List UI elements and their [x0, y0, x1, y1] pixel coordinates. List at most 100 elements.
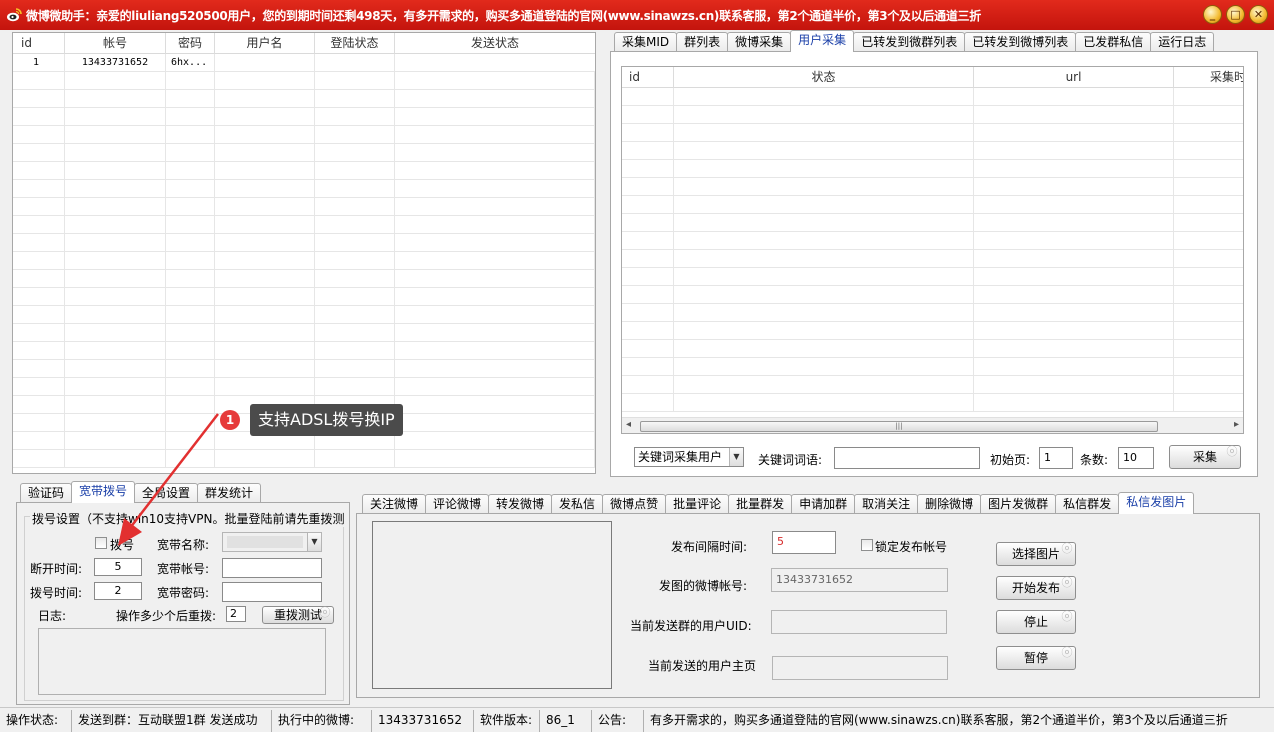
empty-cell	[315, 144, 395, 162]
current-user-home-label: 当前发送的用户主页	[648, 659, 757, 673]
disconnect-time-input[interactable]: 5	[94, 558, 142, 576]
col-status[interactable]: 状态	[674, 67, 974, 88]
tab-group-list[interactable]: 群列表	[676, 32, 729, 52]
tab-image-to-group[interactable]: 图片发微群	[980, 494, 1057, 514]
window-title: 微博微助手：亲爱的liuliang520500用户，您的到期时间还剩498天，有…	[26, 9, 981, 23]
swirl-icon: ⓞ	[1061, 610, 1073, 623]
tab-batch-broadcast[interactable]: 批量群发	[728, 494, 793, 514]
current-user-home-input[interactable]	[772, 656, 948, 680]
right-tab-strip: 采集MID 群列表 微博采集 用户采集 已转发到微群列表 已转发到微博列表 已发…	[614, 30, 1215, 52]
empty-cell	[395, 198, 595, 216]
tab-follow-weibo[interactable]: 关注微博	[362, 494, 427, 514]
close-button[interactable]: ✕	[1249, 5, 1268, 24]
accounts-grid-header: id 帐号 密码 用户名 登陆状态 发送状态	[13, 33, 595, 54]
empty-cell	[395, 270, 595, 288]
keyword-input[interactable]	[834, 447, 980, 469]
tab-weibo-collect[interactable]: 微博采集	[727, 32, 792, 52]
tab-like-weibo[interactable]: 微博点赞	[602, 494, 667, 514]
empty-cell	[1174, 394, 1243, 412]
empty-cell	[315, 288, 395, 306]
dial-time-label: 拨号时间:	[30, 586, 83, 600]
tab-comment-weibo[interactable]: 评论微博	[425, 494, 490, 514]
collect-button[interactable]: 采集 ⓞ	[1169, 445, 1241, 469]
sender-account-input[interactable]: 13433731652	[771, 568, 948, 592]
empty-cell	[166, 90, 215, 108]
tab-forwarded-weibo[interactable]: 已转发到微博列表	[964, 32, 1077, 52]
chevron-down-icon[interactable]: ▼	[729, 448, 743, 466]
op-status-label: 操作状态:	[0, 710, 72, 732]
tab-send-message[interactable]: 发私信	[551, 494, 604, 514]
dial-log-box[interactable]	[38, 628, 326, 695]
count-input[interactable]: 10	[1118, 447, 1154, 469]
empty-cell	[166, 270, 215, 288]
scroll-left-icon[interactable]: ◂	[626, 419, 631, 430]
tab-repost-weibo[interactable]: 转发微博	[488, 494, 553, 514]
col-login-status[interactable]: 登陆状态	[315, 33, 395, 54]
empty-cell	[13, 378, 65, 396]
empty-cell	[395, 144, 595, 162]
empty-cell	[315, 342, 395, 360]
col-password[interactable]: 密码	[166, 33, 215, 54]
tab-batch-comment[interactable]: 批量评论	[665, 494, 730, 514]
tab-message-broadcast[interactable]: 私信群发	[1055, 494, 1120, 514]
col-url[interactable]: url	[974, 67, 1174, 88]
col-username[interactable]: 用户名	[215, 33, 315, 54]
redial-test-button[interactable]: 重拨测试 ⓞ	[262, 606, 334, 624]
empty-cell	[674, 232, 974, 250]
minimize-button[interactable]: _	[1203, 5, 1222, 24]
dial-time-input[interactable]: 2	[94, 582, 142, 600]
tab-join-group[interactable]: 申请加群	[791, 494, 856, 514]
bandwidth-account-input[interactable]	[222, 558, 322, 578]
collect-mode-select[interactable]: 关键词采集用户 ▼	[634, 447, 744, 467]
weibo-logo-icon	[7, 8, 22, 22]
empty-cell	[395, 450, 595, 468]
bandwidth-password-input[interactable]	[222, 582, 322, 602]
empty-cell	[622, 196, 674, 214]
col-send-status[interactable]: 发送状态	[395, 33, 595, 54]
empty-cell	[215, 198, 315, 216]
empty-cell	[1174, 322, 1243, 340]
image-preview-box[interactable]	[372, 521, 612, 689]
col-collect-time[interactable]: 采集时间	[1174, 67, 1243, 88]
tab-user-collect[interactable]: 用户采集	[790, 30, 855, 52]
tab-captcha[interactable]: 验证码	[20, 483, 73, 503]
empty-cell	[1174, 160, 1243, 178]
tab-run-log[interactable]: 运行日志	[1150, 32, 1215, 52]
swirl-icon: ⓞ	[1061, 576, 1073, 589]
empty-cell	[1174, 214, 1243, 232]
empty-cell	[622, 88, 674, 106]
tab-sent-group-messages[interactable]: 已发群私信	[1075, 32, 1152, 52]
pause-button[interactable]: 暂停 ⓞ	[996, 646, 1076, 670]
start-page-input[interactable]: 1	[1039, 447, 1073, 469]
scroll-right-icon[interactable]: ▸	[1234, 419, 1239, 430]
lock-account-checkbox[interactable]	[861, 539, 873, 551]
empty-row	[13, 234, 595, 252]
select-image-button[interactable]: 选择图片 ⓞ	[996, 542, 1076, 566]
col-account[interactable]: 帐号	[65, 33, 166, 54]
empty-cell	[315, 216, 395, 234]
scroll-thumb[interactable]: |||	[640, 421, 1158, 432]
tab-message-image[interactable]: 私信发图片	[1118, 492, 1195, 514]
empty-cell	[622, 304, 674, 322]
empty-cell	[622, 340, 674, 358]
tab-delete-weibo[interactable]: 删除微博	[917, 494, 982, 514]
maximize-button[interactable]: □	[1226, 5, 1245, 24]
chevron-down-icon[interactable]: ▼	[307, 533, 321, 551]
stop-button[interactable]: 停止 ⓞ	[996, 610, 1076, 634]
current-group-uid-input[interactable]	[771, 610, 947, 634]
start-publish-button[interactable]: 开始发布 ⓞ	[996, 576, 1076, 600]
empty-cell	[166, 216, 215, 234]
collect-grid[interactable]: id 状态 url 采集时间 ◂ ||| ▸	[621, 66, 1244, 434]
tab-collect-mid[interactable]: 采集MID	[614, 32, 678, 52]
publish-interval-input[interactable]: 5	[772, 531, 836, 554]
table-row[interactable]: 1 13433731652 6hx...	[13, 54, 595, 72]
col-id[interactable]: id	[622, 67, 674, 88]
col-id[interactable]: id	[13, 33, 65, 54]
empty-cell	[13, 414, 65, 432]
redial-after-input[interactable]: 2	[226, 606, 246, 622]
horizontal-scrollbar[interactable]: ◂ ||| ▸	[622, 417, 1243, 433]
empty-cell	[166, 234, 215, 252]
tab-unfollow[interactable]: 取消关注	[854, 494, 919, 514]
tab-broadband-dial[interactable]: 宽带拨号	[71, 481, 136, 503]
tab-forwarded-groups[interactable]: 已转发到微群列表	[853, 32, 966, 52]
